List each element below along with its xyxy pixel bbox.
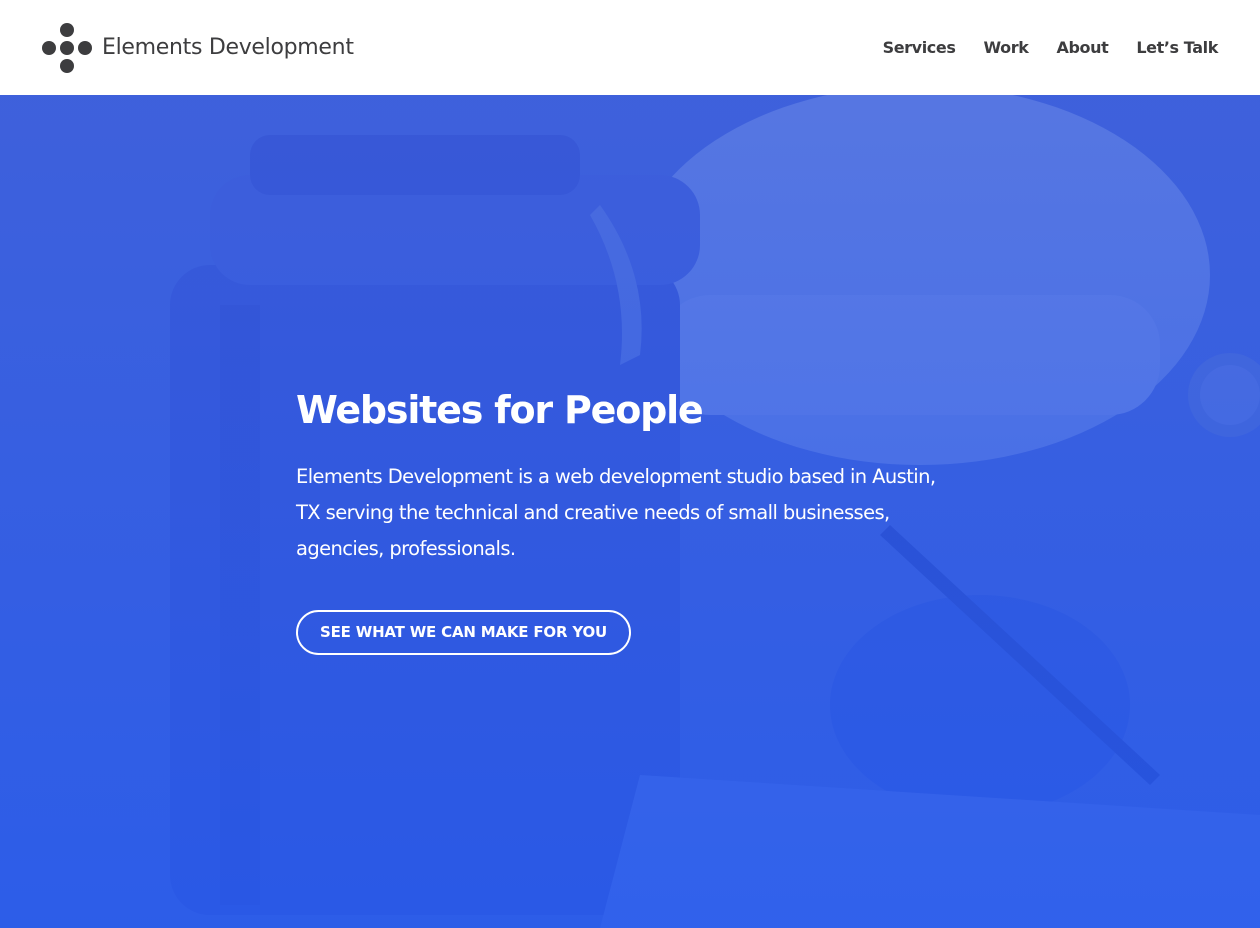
cta-button[interactable]: SEE WHAT WE CAN MAKE FOR YOU — [296, 610, 631, 655]
five-dot-cross-logo-icon — [42, 22, 92, 73]
hero-title: Websites for People — [296, 388, 704, 432]
hero-description: Elements Development is a web developmen… — [296, 465, 936, 560]
brand-name: Elements Development — [102, 35, 354, 60]
hero-content: Websites for People Elements Development… — [296, 385, 956, 655]
nav-item-services[interactable]: Services — [883, 38, 956, 57]
nav-item-about[interactable]: About — [1056, 38, 1108, 57]
main-nav: Services Work About Let’s Talk — [855, 38, 1219, 57]
site-header: Elements Development Services Work About… — [0, 0, 1260, 95]
nav-item-lets-talk[interactable]: Let’s Talk — [1136, 38, 1218, 57]
nav-item-work[interactable]: Work — [983, 38, 1028, 57]
hero-section: Websites for People Elements Development… — [0, 95, 1260, 928]
brand-home-link[interactable]: Elements Development — [42, 22, 354, 73]
